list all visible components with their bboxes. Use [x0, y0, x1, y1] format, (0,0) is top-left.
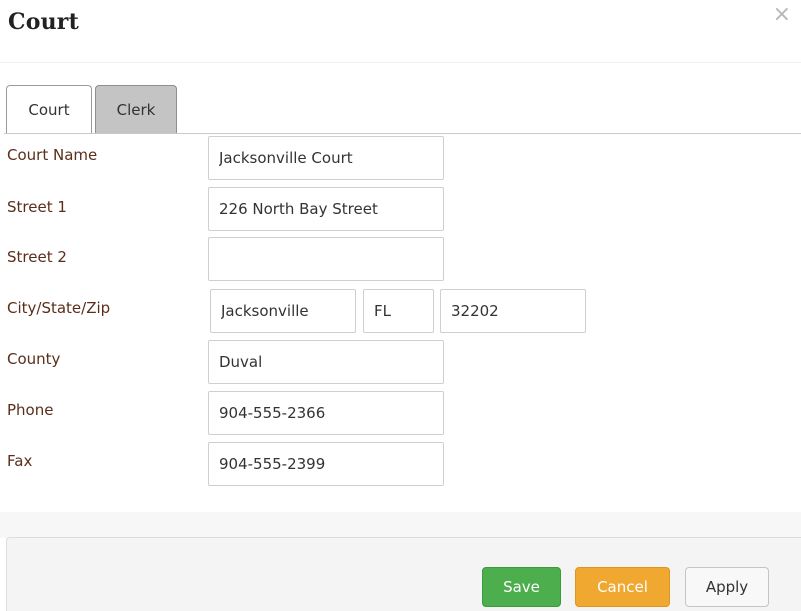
save-button[interactable]: Save [482, 567, 561, 607]
city-state-zip-label: City/State/Zip [7, 299, 111, 317]
fax-input[interactable] [208, 442, 444, 486]
apply-button[interactable]: Apply [685, 567, 769, 607]
street2-input[interactable] [208, 237, 444, 281]
tab-court[interactable]: Court [6, 85, 92, 134]
county-input[interactable] [208, 340, 444, 384]
state-input[interactable] [363, 289, 434, 333]
phone-label: Phone [7, 401, 54, 419]
dialog-title: Court [8, 9, 79, 35]
street1-label: Street 1 [7, 198, 67, 216]
court-name-input[interactable] [208, 136, 444, 180]
footer-band [0, 512, 801, 538]
header-divider [0, 62, 801, 63]
county-label: County [7, 350, 61, 368]
street2-label: Street 2 [7, 248, 67, 266]
tabs-divider [4, 133, 801, 134]
zip-input[interactable] [440, 289, 586, 333]
city-input[interactable] [210, 289, 356, 333]
cancel-button[interactable]: Cancel [575, 567, 670, 607]
street1-input[interactable] [208, 187, 444, 231]
phone-input[interactable] [208, 391, 444, 435]
close-icon[interactable]: × [773, 4, 791, 26]
dialog-footer [6, 537, 801, 611]
court-dialog: Court × Court Clerk Court Name Street 1 … [0, 0, 801, 611]
court-name-label: Court Name [7, 146, 98, 164]
fax-label: Fax [7, 452, 33, 470]
tab-clerk[interactable]: Clerk [95, 85, 177, 133]
